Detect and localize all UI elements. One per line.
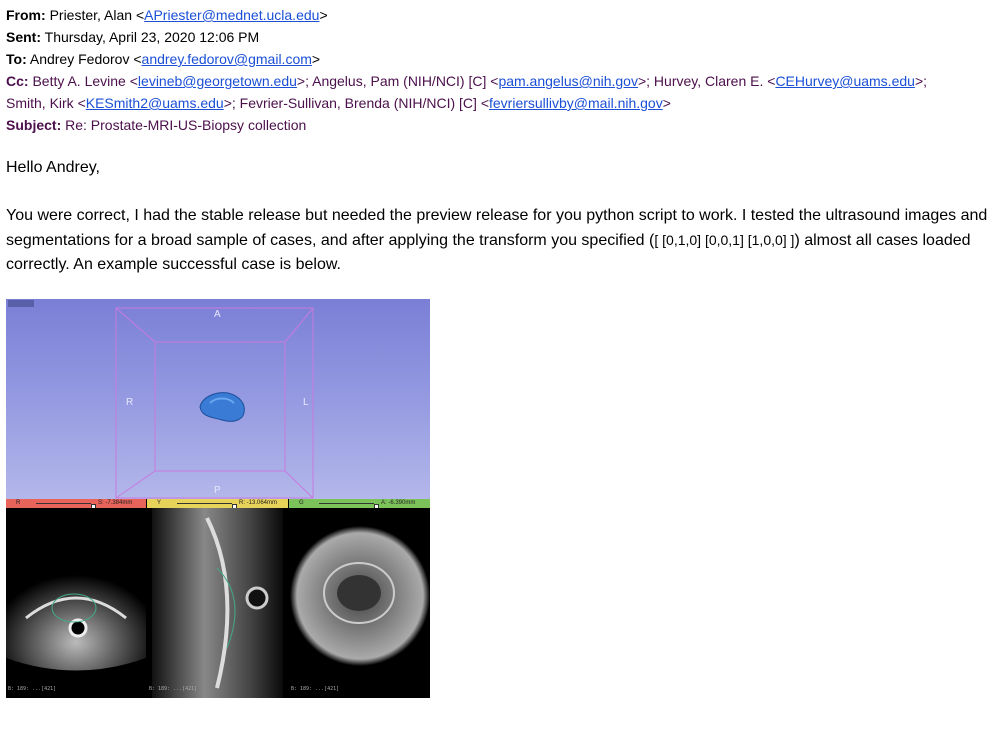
from-name: Priester, Alan < (49, 7, 145, 23)
cc-3-name: >; Hurvey, Claren E. < (637, 73, 776, 89)
cc-5-name: >; Fevrier-Sullivan, Brenda (NIH/NCI) [C… (223, 95, 489, 111)
green-slice-value: A: -6.390mm (381, 500, 416, 506)
subject-line: Subject: Re: Prostate-MRI-US-Biopsy coll… (6, 117, 306, 134)
from-end: > (319, 7, 328, 23)
yellow-slice-slider[interactable] (177, 503, 237, 512)
green-slice-info: B: 189: ...[421] (291, 686, 340, 692)
cc-5-email-link[interactable]: fevriersullivby@mail.nih.gov (489, 95, 663, 111)
subject-label: Subject: (6, 117, 62, 133)
sent-label: Sent: (6, 29, 41, 45)
3d-view: A P R L (6, 299, 430, 499)
coronal-ultrasound-image (290, 526, 430, 666)
to-email-link[interactable]: andrey.fedorov@gmail.com (142, 51, 312, 67)
yellow-slice-info: B: 189: ...[421] (149, 686, 198, 692)
red-slice-tag: R (16, 500, 21, 506)
orient-r: R (126, 397, 134, 408)
sent-value: Thursday, April 23, 2020 12:06 PM (44, 29, 260, 45)
message-body: You were correct, I had the stable relea… (6, 204, 990, 277)
cc-1-email-link[interactable]: levineb@georgetown.edu (138, 73, 297, 89)
yellow-slice-tag: Y (157, 500, 162, 506)
orient-a: A (214, 309, 221, 320)
to-label: To: (6, 51, 27, 67)
cc-3-email-link[interactable]: CEHurvey@uams.edu (775, 73, 915, 89)
3d-bounding-box (115, 307, 314, 499)
sent-line: Sent: Thursday, April 23, 2020 12:06 PM (6, 29, 259, 46)
orient-l: L (303, 397, 309, 408)
green-slice-bar[interactable]: G A: -6.390mm (289, 499, 430, 512)
orient-p: P (214, 485, 221, 496)
green-slice-slider[interactable] (319, 503, 379, 512)
cc-5-end: > (662, 95, 671, 111)
red-slice-info: B: 189: ...[421] (8, 686, 57, 692)
cc-3-end: >; (914, 73, 928, 89)
red-slice-view: B: 189: ...[421] (6, 508, 146, 698)
body-transform: [ [0,1,0] [0,0,1] [1,0,0] ] (654, 232, 795, 248)
cc-2-name: >; Angelus, Pam (NIH/NCI) [C] < (296, 73, 499, 89)
from-line: From: Priester, Alan <APriester@mednet.u… (6, 7, 328, 24)
yellow-slice-bar[interactable]: Y R: -13.064mm (147, 499, 288, 512)
yellow-slice-value: R: -13.064mm (239, 500, 278, 506)
from-email-link[interactable]: APriester@mednet.ucla.edu (144, 7, 319, 23)
green-slice-view: B: 189: ...[421] (289, 508, 430, 698)
cc-line-2: Smith, Kirk <KESmith2@uams.edu>; Fevrier… (6, 95, 671, 112)
red-slice-bar[interactable]: R S: -7.384mm (6, 499, 146, 512)
red-slice-slider[interactable] (36, 503, 96, 512)
green-slice-tag: G (299, 500, 304, 506)
cc-line-1: Cc: Betty A. Levine <levineb@georgetown.… (6, 73, 927, 90)
cc-label: Cc: (6, 73, 29, 89)
to-name: Andrey Fedorov < (29, 51, 142, 67)
red-slice-value: S: -7.384mm (98, 500, 133, 506)
to-end: > (311, 51, 321, 67)
slicer-screenshot: A P R L R S: -7.384mm Y R: -13.064mm G A… (6, 299, 430, 698)
cc-4-name: Smith, Kirk < (6, 95, 86, 111)
axial-ultrasound-image (6, 558, 146, 671)
subject-value: Re: Prostate-MRI-US-Biopsy collection (65, 117, 307, 133)
cc-2-email-link[interactable]: pam.angelus@nih.gov (498, 73, 638, 89)
yellow-slice-view: B: 189: ...[421] (147, 508, 288, 698)
sagittal-ultrasound-image (152, 508, 283, 698)
from-label: From: (6, 7, 46, 23)
prostate-segmentation (199, 392, 245, 422)
greeting: Hello Andrey, (6, 159, 100, 176)
to-line: To: Andrey Fedorov <andrey.fedorov@gmail… (6, 51, 320, 68)
cc-1-name: Betty A. Levine < (32, 73, 138, 89)
cc-4-email-link[interactable]: KESmith2@uams.edu (86, 95, 224, 111)
